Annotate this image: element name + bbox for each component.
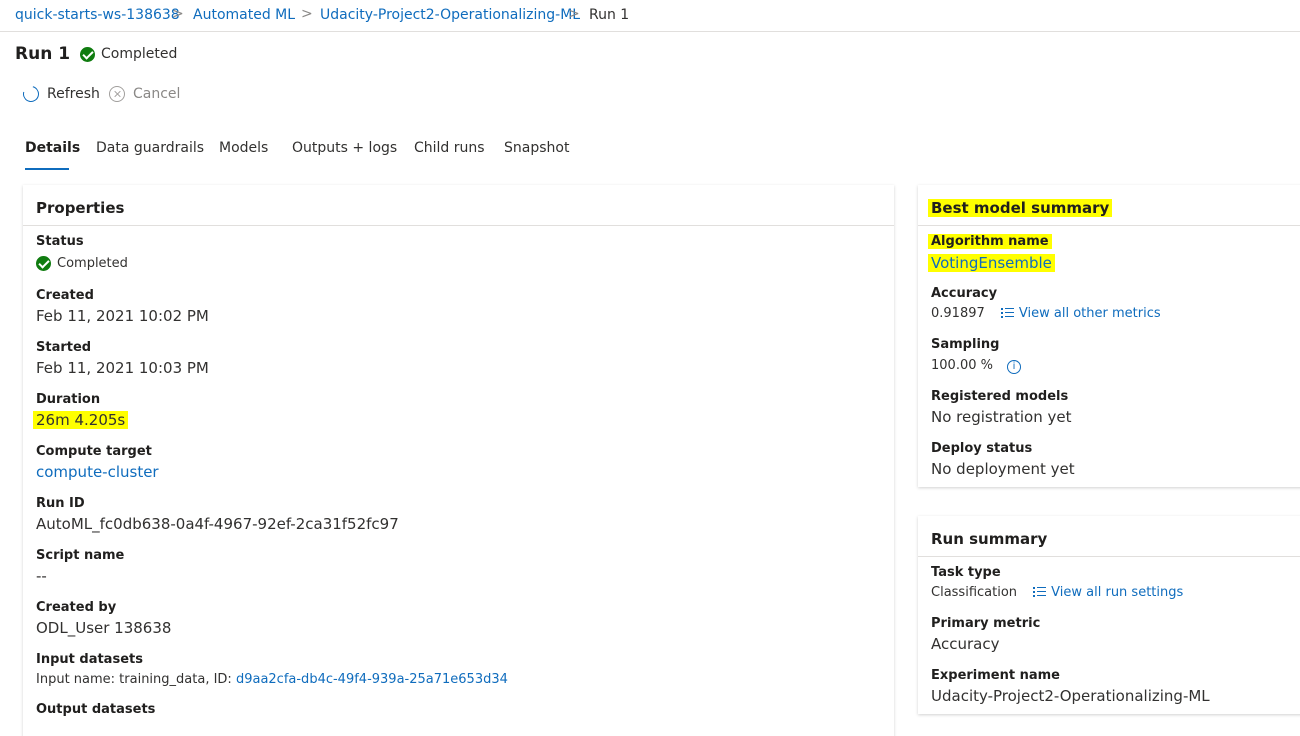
- run-summary-title: Run summary: [931, 530, 1048, 548]
- view-all-run-settings-label: View all run settings: [1051, 585, 1184, 600]
- experiment-name-value: Udacity-Project2-Operationalizing-ML: [931, 687, 1210, 705]
- created-by-value: ODL_User 138638: [36, 619, 172, 637]
- input-datasets-label: Input datasets: [36, 652, 143, 667]
- accuracy-label: Accuracy: [931, 286, 998, 301]
- primary-metric-label: Primary metric: [931, 616, 1041, 631]
- view-all-metrics-link[interactable]: View all other metrics: [1000, 306, 1161, 321]
- best-model-title-text: Best model summary: [928, 199, 1113, 217]
- input-dataset-id-link[interactable]: d9aa2cfa-db4c-49f4-939a-25a71e653d34: [236, 672, 508, 687]
- algorithm-name-label-text: Algorithm name: [928, 234, 1052, 249]
- sampling-value-text: 100.00 %: [931, 358, 993, 373]
- status-label: Status: [36, 234, 84, 249]
- page-title: Run 1: [15, 44, 71, 64]
- task-type-value-text: Classification: [931, 585, 1018, 600]
- refresh-icon: [20, 83, 42, 105]
- script-name-value: --: [36, 567, 47, 585]
- info-icon[interactable]: i: [1006, 360, 1021, 374]
- active-tab-indicator: [25, 168, 69, 170]
- compute-target-link[interactable]: compute-cluster: [36, 463, 159, 481]
- breadcrumb: quick-starts-ws-138638 > Automated ML > …: [0, 0, 1300, 32]
- tab-details[interactable]: Details: [25, 140, 80, 156]
- tab-child-runs[interactable]: Child runs: [414, 140, 485, 156]
- breadcrumb-automl-link[interactable]: Automated ML: [193, 7, 295, 23]
- created-label: Created: [36, 288, 94, 303]
- divider: [23, 225, 894, 226]
- experiment-name-label: Experiment name: [931, 668, 1061, 683]
- registered-models-label: Registered models: [931, 389, 1069, 404]
- best-model-title: Best model summary: [928, 199, 1113, 217]
- chevron-right-icon: >: [301, 6, 313, 22]
- refresh-button[interactable]: Refresh: [20, 83, 100, 105]
- cancel-icon: [109, 86, 125, 102]
- sampling-label: Sampling: [931, 337, 1000, 352]
- algorithm-name-link[interactable]: VotingEnsemble: [928, 254, 1055, 272]
- run-summary-card: Run summary Task type Classification Vie…: [918, 516, 1300, 714]
- run-id-label: Run ID: [36, 496, 85, 511]
- deploy-status-value: No deployment yet: [931, 460, 1075, 478]
- duration-value-text: 26m 4.205s: [33, 411, 129, 429]
- status-text: Completed: [101, 46, 178, 62]
- status-value: Completed: [36, 256, 128, 271]
- created-value: Feb 11, 2021 10:02 PM: [36, 307, 209, 325]
- run-status: Completed: [80, 46, 177, 62]
- chevron-right-icon: >: [568, 6, 580, 22]
- input-datasets-value: Input name: training_data, ID: d9aa2cfa-…: [36, 672, 508, 687]
- tab-models[interactable]: Models: [219, 140, 268, 156]
- primary-metric-value: Accuracy: [931, 635, 1000, 653]
- run-id-value: AutoML_fc0db638-0a4f-4967-92ef-2ca31f52f…: [36, 515, 399, 533]
- cancel-label: Cancel: [133, 86, 181, 102]
- cancel-button[interactable]: Cancel: [109, 86, 180, 102]
- status-value-text: Completed: [57, 256, 128, 271]
- input-dataset-prefix: Input name: training_data, ID:: [36, 672, 232, 687]
- compute-target-label: Compute target: [36, 444, 152, 459]
- sampling-value: 100.00 % i: [931, 358, 1021, 374]
- breadcrumb-current: Run 1: [589, 7, 630, 23]
- task-type-value: Classification View all run settings: [931, 585, 1183, 600]
- chevron-right-icon: >: [172, 6, 184, 22]
- deploy-status-label: Deploy status: [931, 441, 1033, 456]
- list-icon: [1000, 308, 1014, 318]
- tab-snapshot[interactable]: Snapshot: [504, 140, 569, 156]
- check-circle-icon: [36, 256, 51, 271]
- best-model-summary-card: Best model summary Algorithm name Voting…: [918, 185, 1300, 487]
- list-icon: [1033, 587, 1047, 597]
- accuracy-value: 0.91897 View all other metrics: [931, 306, 1161, 321]
- algorithm-name-value: VotingEnsemble: [928, 254, 1055, 272]
- divider: [918, 225, 1300, 226]
- registered-models-value: No registration yet: [931, 408, 1072, 426]
- algorithm-name-label: Algorithm name: [928, 234, 1052, 249]
- properties-title: Properties: [36, 199, 125, 217]
- started-value: Feb 11, 2021 10:03 PM: [36, 359, 209, 377]
- check-circle-icon: [80, 46, 95, 62]
- duration-value: 26m 4.205s: [33, 411, 129, 429]
- task-type-label: Task type: [931, 565, 1001, 580]
- tab-data-guardrails[interactable]: Data guardrails: [96, 140, 204, 156]
- view-all-metrics-label: View all other metrics: [1018, 306, 1161, 321]
- divider: [918, 556, 1300, 557]
- properties-card: Properties Status Completed Created Feb …: [23, 185, 894, 736]
- started-label: Started: [36, 340, 92, 355]
- script-name-label: Script name: [36, 548, 125, 563]
- duration-label: Duration: [36, 392, 101, 407]
- breadcrumb-experiment-link[interactable]: Udacity-Project2-Operationalizing-ML: [320, 7, 580, 23]
- refresh-label: Refresh: [47, 86, 100, 102]
- view-all-run-settings-link[interactable]: View all run settings: [1033, 585, 1183, 600]
- output-datasets-label: Output datasets: [36, 702, 156, 717]
- accuracy-value-text: 0.91897: [931, 306, 985, 321]
- tab-outputs-logs[interactable]: Outputs + logs: [292, 140, 397, 156]
- created-by-label: Created by: [36, 600, 117, 615]
- breadcrumb-workspace-link[interactable]: quick-starts-ws-138638: [15, 7, 180, 23]
